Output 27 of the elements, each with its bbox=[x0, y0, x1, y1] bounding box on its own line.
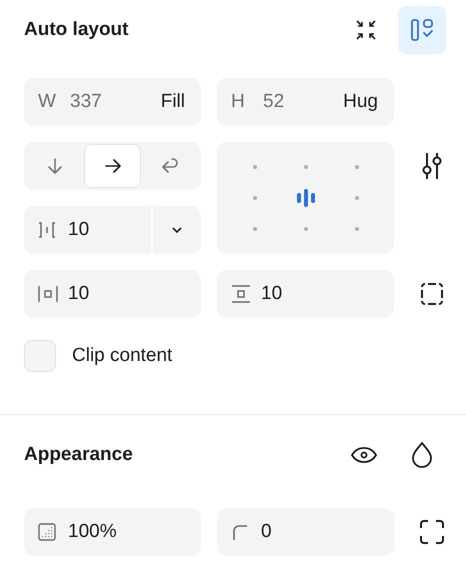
drop-icon[interactable] bbox=[411, 442, 433, 468]
horizontal-padding-field[interactable]: 10 bbox=[24, 270, 201, 318]
chevron-down-icon bbox=[171, 226, 183, 234]
corners-icon[interactable] bbox=[420, 520, 444, 544]
section-title: Auto layout bbox=[24, 19, 128, 41]
checkbox-label: Clip content bbox=[72, 345, 172, 367]
arrow-right-icon bbox=[102, 156, 122, 176]
sliders-icon[interactable] bbox=[420, 152, 444, 180]
section-title: Appearance bbox=[24, 444, 133, 466]
opacity-field[interactable]: 100% bbox=[24, 508, 201, 556]
clip-content-checkbox[interactable] bbox=[24, 340, 56, 372]
vertical-padding-icon bbox=[231, 285, 251, 303]
return-arrow-icon bbox=[160, 156, 180, 176]
layout-icon bbox=[409, 17, 435, 43]
vertical-padding-field[interactable]: 10 bbox=[217, 270, 394, 318]
corner-radius-field[interactable]: 0 bbox=[217, 508, 394, 556]
gap-field[interactable]: 10 bbox=[24, 206, 151, 254]
width-field[interactable]: W 337 Fill bbox=[24, 78, 201, 126]
eye-icon[interactable] bbox=[350, 445, 378, 465]
layout-toggle-button[interactable] bbox=[398, 6, 446, 54]
horizontal-padding-icon bbox=[38, 285, 58, 303]
gap-icon bbox=[38, 222, 56, 238]
opacity-icon bbox=[38, 523, 58, 541]
collapse-icon[interactable] bbox=[354, 18, 378, 42]
direction-option[interactable] bbox=[84, 144, 142, 188]
height-field[interactable]: H 52 Hug bbox=[217, 78, 394, 126]
padding-icon[interactable] bbox=[421, 283, 443, 305]
